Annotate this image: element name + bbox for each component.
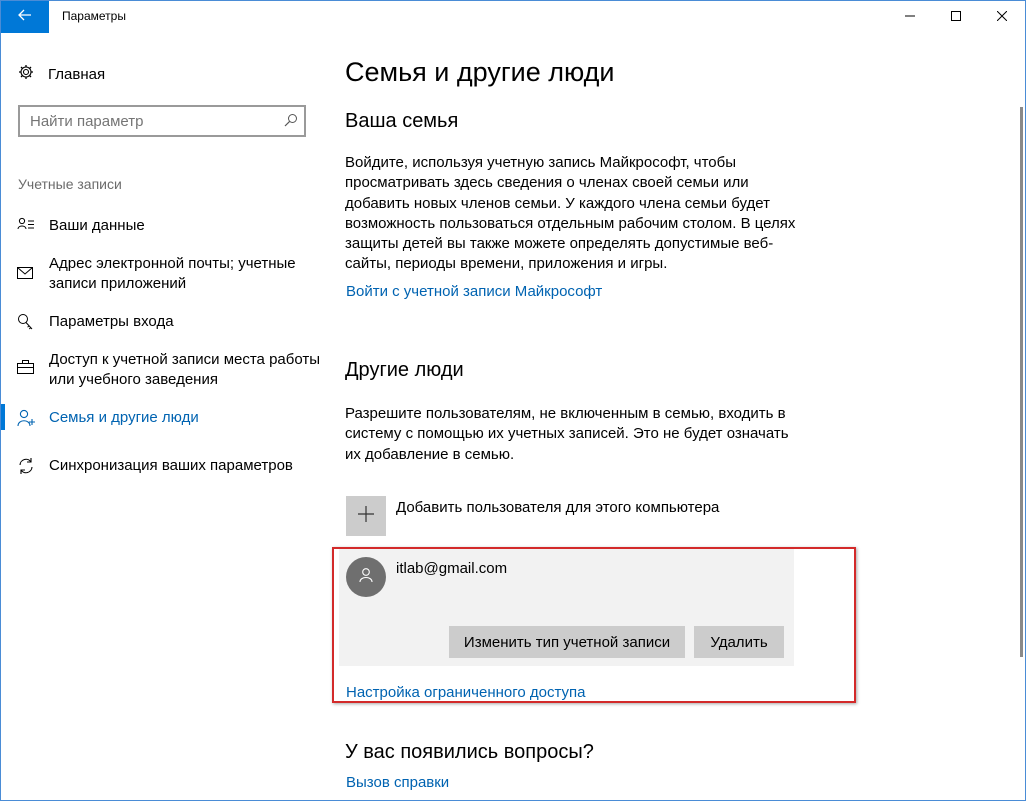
sidebar-item-family[interactable]: Семья и другие люди: [1, 408, 331, 430]
sync-icon: [17, 457, 35, 475]
account-email: itlab@gmail.com: [396, 560, 508, 577]
add-user-button[interactable]: Добавить пользователя для этого компьюте…: [346, 496, 719, 536]
account-card[interactable]: itlab@gmail.com Изменить тип учетной зап…: [339, 549, 794, 666]
sidebar-item-sign-in-options[interactable]: Параметры входа: [1, 312, 331, 334]
sign-in-microsoft-link[interactable]: Войти с учетной записи Майкрософт: [346, 283, 602, 300]
close-button[interactable]: [979, 1, 1025, 33]
minimize-icon: [905, 8, 915, 26]
plus-icon: [357, 505, 375, 528]
restricted-access-link[interactable]: Настройка ограниченного доступа: [346, 684, 586, 701]
add-user-label: Добавить пользователя для этого компьюте…: [396, 499, 720, 516]
sidebar-item-label: Доступ к учетной записи места работы или…: [49, 351, 321, 388]
sidebar-item-label: Синхронизация ваших параметров: [49, 457, 293, 474]
settings-window: Параметры Главная Найти параметр Учетные…: [0, 0, 1026, 801]
sidebar-item-your-info[interactable]: Ваши данные: [1, 215, 331, 237]
family-description: Войдите, используя учетную запись Майкро…: [345, 154, 796, 273]
mail-icon: [17, 266, 35, 284]
close-icon: [996, 8, 1008, 26]
home-link[interactable]: Главная: [18, 63, 105, 85]
avatar: [346, 557, 386, 597]
window-title: Параметры: [62, 9, 126, 23]
gear-icon: [18, 64, 34, 85]
change-account-type-button[interactable]: Изменить тип учетной записи: [449, 626, 685, 658]
maximize-icon: [951, 8, 961, 26]
home-label: Главная: [48, 65, 106, 83]
accounts-section-label: Учетные записи: [18, 176, 122, 192]
delete-account-button[interactable]: Удалить: [694, 626, 784, 658]
title-bar: Параметры: [1, 1, 1025, 33]
briefcase-icon: [17, 360, 35, 378]
minimize-button[interactable]: [887, 1, 933, 33]
search-box[interactable]: [18, 105, 306, 137]
sidebar-item-sync[interactable]: Синхронизация ваших параметров: [1, 456, 331, 478]
sidebar-item-label: Адрес электронной почты; учетные записи …: [49, 255, 296, 292]
user-details-icon: [17, 217, 35, 235]
sidebar-item-email-accounts[interactable]: Адрес электронной почты; учетные записи …: [1, 254, 331, 296]
sidebar-item-work-access[interactable]: Доступ к учетной записи места работы или…: [1, 350, 331, 392]
sidebar-item-label: Ваши данные: [49, 217, 145, 234]
scrollbar[interactable]: [1020, 107, 1023, 657]
search-icon[interactable]: [284, 113, 298, 132]
add-user-tile: [346, 496, 386, 536]
questions-heading: У вас появились вопросы?: [345, 741, 594, 763]
back-arrow-icon: [18, 8, 32, 26]
page-title: Семья и другие люди: [345, 57, 615, 87]
get-help-link[interactable]: Вызов справки: [346, 774, 449, 791]
user-icon: [358, 567, 374, 588]
sidebar-item-label: Параметры входа: [49, 313, 174, 330]
maximize-button[interactable]: [933, 1, 979, 33]
person-add-icon: [17, 409, 35, 427]
other-people-heading: Другие люди: [345, 359, 464, 381]
family-heading: Ваша семья: [345, 110, 459, 132]
back-button[interactable]: [1, 1, 49, 33]
other-people-description: Разрешите пользователям, не включенным в…: [345, 405, 789, 463]
search-input[interactable]: [30, 113, 270, 130]
key-icon: [17, 313, 35, 331]
sidebar-item-label: Семья и другие люди: [49, 409, 199, 426]
